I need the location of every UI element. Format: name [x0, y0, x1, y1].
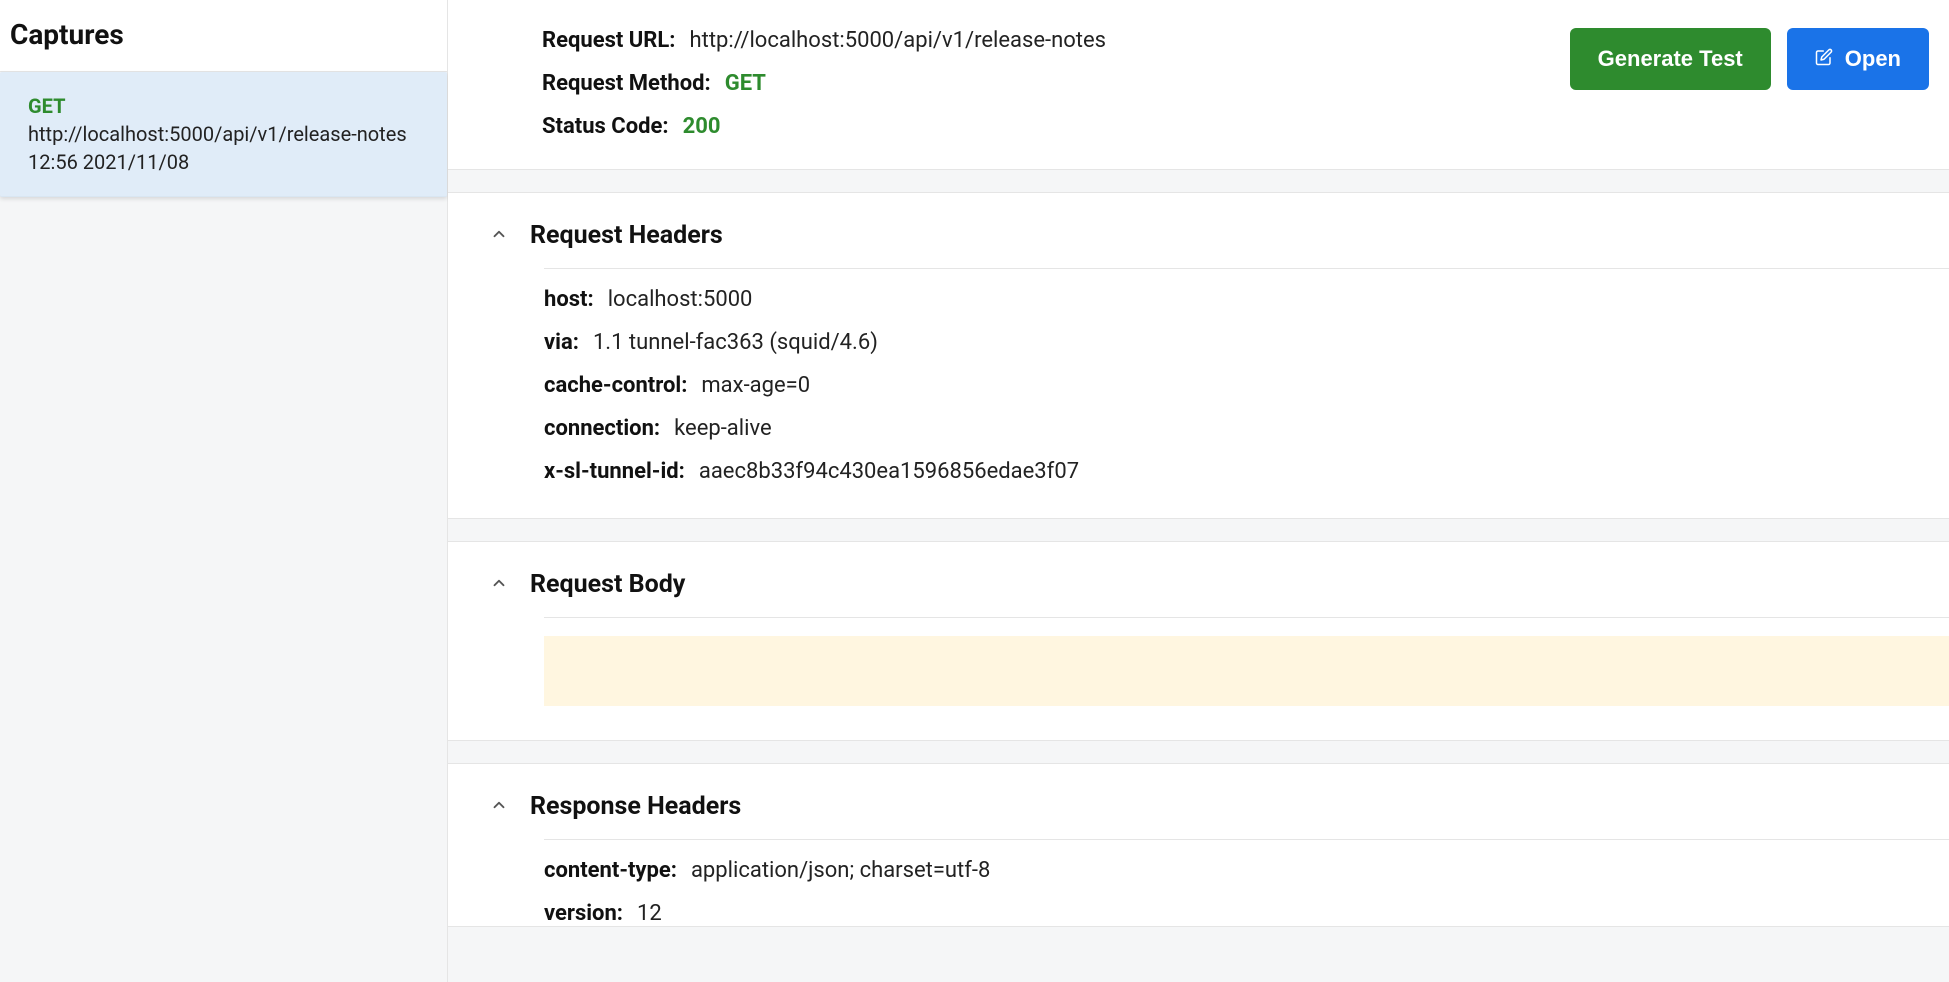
header-key: version:: [544, 901, 623, 926]
status-code-value: 200: [683, 114, 721, 139]
request-method-value: GET: [725, 71, 766, 96]
sidebar-title: Captures: [10, 18, 437, 51]
top-bar: Request URL: http://localhost:5000/api/v…: [448, 0, 1949, 170]
header-key: host:: [544, 287, 594, 312]
response-headers-title: Response Headers: [530, 792, 741, 821]
chevron-up-icon: [490, 574, 508, 596]
header-value: localhost:5000: [608, 287, 753, 312]
request-headers-header[interactable]: Request Headers: [448, 221, 1949, 250]
header-value: max-age=0: [701, 373, 810, 398]
chevron-up-icon: [490, 796, 508, 818]
response-headers-panel: Response Headers content-type: applicati…: [448, 763, 1949, 927]
divider: [544, 839, 1949, 840]
open-icon: [1815, 46, 1833, 72]
request-headers-panel: Request Headers host: localhost:5000 via…: [448, 192, 1949, 519]
panels: Request Headers host: localhost:5000 via…: [448, 170, 1949, 927]
header-key: via:: [544, 330, 579, 355]
header-value: 1.1 tunnel-fac363 (squid/4.6): [593, 330, 878, 355]
header-value: application/json; charset=utf-8: [691, 858, 990, 883]
request-url-line: Request URL: http://localhost:5000/api/v…: [542, 28, 1106, 53]
header-value: keep-alive: [674, 416, 772, 441]
status-code-label: Status Code:: [542, 114, 669, 139]
action-buttons: Generate Test Open: [1570, 28, 1929, 90]
request-body-title: Request Body: [530, 570, 685, 599]
header-row: connection: keep-alive: [544, 416, 1949, 441]
header-key: connection:: [544, 416, 660, 441]
request-method-line: Request Method: GET: [542, 71, 1106, 96]
header-row: content-type: application/json; charset=…: [544, 858, 1949, 883]
header-key: x-sl-tunnel-id:: [544, 459, 685, 484]
open-button[interactable]: Open: [1787, 28, 1929, 90]
header-row: x-sl-tunnel-id: aaec8b33f94c430ea1596856…: [544, 459, 1949, 484]
sidebar: Captures GET http://localhost:5000/api/v…: [0, 0, 448, 982]
header-key: content-type:: [544, 858, 677, 883]
request-info: Request URL: http://localhost:5000/api/v…: [542, 28, 1106, 139]
capture-item-timestamp: 12:56 2021/11/08: [28, 150, 419, 174]
chevron-up-icon: [490, 225, 508, 247]
capture-item-url: http://localhost:5000/api/v1/release-not…: [28, 122, 419, 146]
header-row: cache-control: max-age=0: [544, 373, 1949, 398]
generate-test-button[interactable]: Generate Test: [1570, 28, 1771, 90]
sidebar-header: Captures: [0, 0, 447, 72]
request-body-block: [544, 636, 1949, 706]
header-row: version: 12: [544, 901, 1949, 926]
status-code-line: Status Code: 200: [542, 114, 1106, 139]
request-headers-content: host: localhost:5000 via: 1.1 tunnel-fac…: [544, 250, 1949, 484]
capture-item-method: GET: [28, 94, 419, 118]
header-row: via: 1.1 tunnel-fac363 (squid/4.6): [544, 330, 1949, 355]
header-row: host: localhost:5000: [544, 287, 1949, 312]
header-value: aaec8b33f94c430ea1596856edae3f07: [699, 459, 1079, 484]
request-body-content: [544, 599, 1949, 706]
header-key: cache-control:: [544, 373, 687, 398]
generate-test-label: Generate Test: [1598, 46, 1743, 72]
capture-list: GET http://localhost:5000/api/v1/release…: [0, 72, 447, 197]
request-body-panel: Request Body: [448, 541, 1949, 741]
response-headers-header[interactable]: Response Headers: [448, 792, 1949, 821]
capture-item[interactable]: GET http://localhost:5000/api/v1/release…: [0, 72, 447, 197]
open-label: Open: [1845, 46, 1901, 72]
request-headers-title: Request Headers: [530, 221, 723, 250]
divider: [544, 617, 1949, 618]
response-headers-content: content-type: application/json; charset=…: [544, 821, 1949, 926]
request-url-label: Request URL:: [542, 28, 676, 53]
divider: [544, 268, 1949, 269]
main-content: Request URL: http://localhost:5000/api/v…: [448, 0, 1949, 982]
header-value: 12: [637, 901, 662, 926]
request-body-header[interactable]: Request Body: [448, 570, 1949, 599]
request-method-label: Request Method:: [542, 71, 711, 96]
request-url-value: http://localhost:5000/api/v1/release-not…: [690, 28, 1107, 53]
